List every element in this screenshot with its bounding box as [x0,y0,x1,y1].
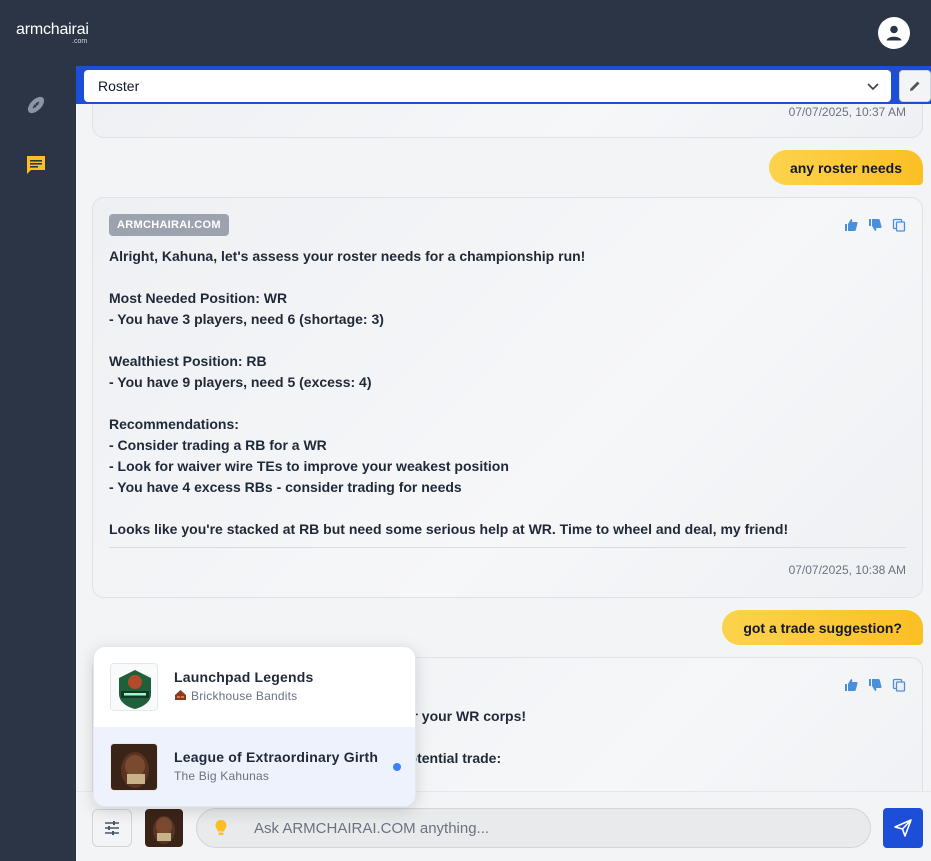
thumbs-up-icon[interactable] [844,678,858,692]
context-select-bar: Roster [76,66,931,104]
context-select-value: Roster [98,78,140,94]
assistant-badge: ARMCHAIRAI.COM [109,214,229,236]
league-option-selected[interactable]: League of Extraordinary Girth The Big Ka… [94,727,415,806]
message-line: - Look for waiver wire TEs to improve yo… [109,458,509,474]
thumbs-up-icon[interactable] [844,218,858,232]
league-option[interactable]: Launchpad Legends Brickhouse Bandits [94,647,415,727]
brick-house-icon [175,690,186,700]
message-line: Looks like you're stacked at RB but need… [109,521,789,537]
message-line [109,393,909,414]
lightbulb-icon[interactable] [214,819,228,837]
user-message: any roster needs [768,150,923,185]
divider [109,547,906,548]
message-line: Most Needed Position: WR [109,290,288,306]
message-line [109,330,909,351]
chat-input-field[interactable] [196,808,871,848]
league-name: League of Extraordinary Girth [174,749,379,765]
message-actions [844,218,906,232]
message-timestamp: 07/07/2025, 10:38 AM [788,563,906,577]
team-name-text: Brickhouse Bandits [191,689,298,703]
message-line: Recommendations: [109,416,239,432]
chevron-down-icon [867,83,879,91]
team-photo-button[interactable] [145,809,183,847]
message-actions [844,678,906,692]
assistant-message: ARMCHAIRAI.COM Alright, Kahuna, let's as… [92,197,923,598]
context-select[interactable]: Roster [84,70,891,102]
send-button[interactable] [883,808,923,848]
edit-button[interactable] [899,70,931,102]
message-line: - You have 9 players, need 5 (excess: 4) [109,374,372,390]
message-line: - Consider trading a RB for a WR [109,437,327,453]
message-line: - You have 3 players, need 6 (shortage: … [109,311,384,327]
league-logo [110,663,158,711]
sliders-icon [105,821,119,835]
message-line: - You have 4 excess RBs - consider tradi… [109,479,462,495]
assistant-message-text: Alright, Kahuna, let's assess your roste… [109,246,909,540]
league-name: Launchpad Legends [174,669,314,685]
user-icon [886,25,902,41]
account-button[interactable] [878,17,910,49]
settings-button[interactable] [92,809,132,847]
top-bar: armchairai .com [0,0,931,66]
app-logo[interactable]: armchairai [16,21,89,39]
copy-icon[interactable] [892,218,906,232]
app-logo-sub: .com [72,38,88,45]
message-line [109,267,909,288]
thumbs-down-icon[interactable] [868,218,882,232]
team-name: Brickhouse Bandits [174,689,297,703]
chat-icon[interactable] [24,153,48,177]
thumbs-down-icon[interactable] [868,678,882,692]
selected-indicator [393,763,401,771]
message-timestamp: 07/07/2025, 10:37 AM [788,105,906,119]
team-name: The Big Kahunas [174,769,270,783]
user-message: got a trade suggestion? [722,610,923,645]
league-dropdown: Launchpad Legends Brickhouse Bandits Lea… [93,646,416,807]
send-icon [894,819,912,837]
message-line: Alright, Kahuna, let's assess your roste… [109,248,586,264]
team-photo [110,743,158,791]
message-line [109,498,909,519]
copy-icon[interactable] [892,678,906,692]
football-icon[interactable] [24,93,48,117]
message-line: ter your WR corps! [400,708,527,724]
chat-input[interactable] [254,819,854,837]
message-line: Wealthiest Position: RB [109,353,267,369]
sidebar [0,66,76,861]
pencil-icon [910,81,920,91]
